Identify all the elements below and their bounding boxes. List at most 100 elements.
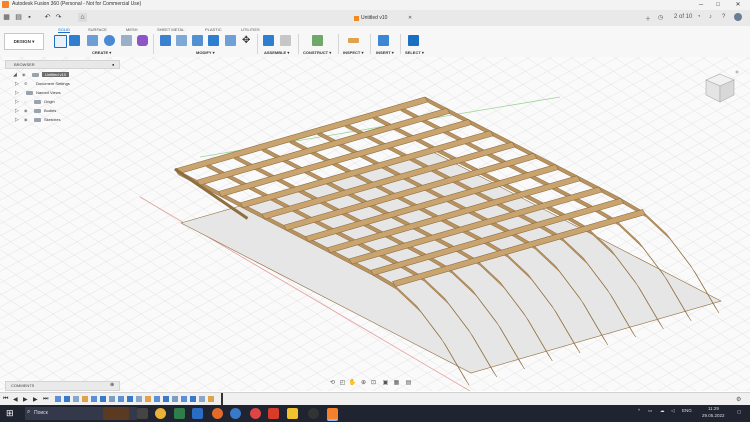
expand-icon[interactable]: ▷ <box>15 90 19 96</box>
expand-icon[interactable]: ▷ <box>15 108 19 114</box>
language-indicator[interactable]: ENG <box>682 408 692 413</box>
network-icon[interactable]: ▭ <box>648 408 652 414</box>
inspect-menu[interactable]: INSPECT ▾ <box>343 50 363 55</box>
timeline-feature-icon[interactable] <box>109 396 115 402</box>
c-app-icon[interactable] <box>230 408 241 419</box>
clock-time[interactable]: 11:29 <box>708 406 719 411</box>
tab-plastic[interactable]: PLASTIC <box>205 27 222 32</box>
collapse-icon[interactable]: ◢ <box>13 72 17 78</box>
timeline-feature-icon[interactable] <box>181 396 187 402</box>
tab-mesh[interactable]: MESH <box>126 27 138 32</box>
go-to-end-icon[interactable]: ⏭ <box>43 396 48 403</box>
close-tab-icon[interactable]: ✕ <box>408 15 412 21</box>
select-icon[interactable] <box>408 35 419 46</box>
visibility-icon[interactable]: ◌ <box>24 99 26 104</box>
insert-image-icon[interactable] <box>378 35 389 46</box>
notification-center-icon[interactable]: ▢ <box>737 409 741 415</box>
fusion-taskbar-icon[interactable] <box>327 408 338 421</box>
avatar[interactable] <box>734 13 742 21</box>
assemble-menu[interactable]: ASSEMBLE ▾ <box>264 50 289 55</box>
minimize-button[interactable]: ─ <box>694 0 708 10</box>
browser-item-bodies[interactable]: ▷ ◉ Bodies <box>15 107 123 115</box>
revolve-icon[interactable] <box>87 35 98 46</box>
hole-icon[interactable] <box>104 35 115 46</box>
notifications-icon[interactable]: ◔ <box>697 14 701 20</box>
look-at-icon[interactable]: ◰ <box>338 379 347 388</box>
pattern-icon[interactable] <box>121 35 132 46</box>
timeline-feature-icon[interactable] <box>64 396 70 402</box>
spreadsheet-app-icon[interactable] <box>174 408 185 419</box>
timeline-feature-icon[interactable] <box>82 396 88 402</box>
close-button[interactable]: ✕ <box>731 0 745 10</box>
construct-menu[interactable]: CONSTRUCT ▾ <box>303 50 331 55</box>
timeline-feature-icon[interactable] <box>127 396 133 402</box>
modify-menu[interactable]: MODIFY ▾ <box>196 50 215 55</box>
grid-settings-icon[interactable]: ▦ <box>392 379 401 388</box>
pin-icon[interactable]: ● <box>112 62 114 67</box>
document-tab[interactable]: Untitled v10 ✕ <box>330 13 420 25</box>
workspace-switcher[interactable]: DESIGN ▾ <box>4 33 44 50</box>
cloud-icon[interactable]: ☁ <box>660 408 665 414</box>
go-to-start-icon[interactable]: ⏮ <box>3 396 8 403</box>
maximize-button[interactable]: □ <box>711 0 725 10</box>
offset-plane-icon[interactable] <box>312 35 323 46</box>
visibility-icon[interactable]: ◉ <box>22 72 26 77</box>
timeline-feature-icon[interactable] <box>73 396 79 402</box>
expand-icon[interactable]: ▷ <box>15 99 19 105</box>
chrome-icon[interactable] <box>155 408 166 419</box>
joint-icon[interactable] <box>280 35 291 46</box>
timeline-feature-icon[interactable] <box>55 396 61 402</box>
shell-icon[interactable] <box>208 35 219 46</box>
undo-icon[interactable]: ↶ <box>43 13 52 22</box>
home-icon[interactable]: ⌂ <box>78 13 87 22</box>
form-icon[interactable] <box>137 35 148 46</box>
tab-sheet-metal[interactable]: SHEET METAL <box>157 27 184 32</box>
viewports-icon[interactable]: ▤ <box>404 379 413 388</box>
bull-widget-icon[interactable] <box>103 407 129 420</box>
zoom-icon[interactable]: ⊕ <box>359 379 368 388</box>
yandex-browser-icon[interactable] <box>250 408 261 419</box>
expand-icon[interactable]: ▷ <box>15 117 19 123</box>
step-back-icon[interactable]: ◀ <box>13 396 18 403</box>
clock-date[interactable]: 29.05.2022 <box>702 413 725 418</box>
firefox-icon[interactable] <box>212 408 223 419</box>
play-icon[interactable]: ▶ <box>23 396 28 403</box>
step-forward-icon[interactable]: ▶ <box>33 396 38 403</box>
extrude-icon[interactable] <box>69 35 80 46</box>
help-icon[interactable]: ? <box>722 14 725 20</box>
browser-item-sketches[interactable]: ▷ ◉ Sketches <box>15 116 123 124</box>
browser-item-named-views[interactable]: ▷ Named Views <box>15 89 123 97</box>
chamfer-icon[interactable] <box>192 35 203 46</box>
browser-header[interactable]: BROWSER ● <box>5 60 120 69</box>
media-app-icon[interactable] <box>308 408 319 419</box>
task-view-icon[interactable] <box>137 408 148 419</box>
new-tab-icon[interactable]: ＋ <box>645 14 651 23</box>
timeline-settings-icon[interactable]: ⚙ <box>736 396 741 403</box>
browser-root-item[interactable]: ◢ ◉ Untitled v10 <box>13 71 121 79</box>
windows-start-icon[interactable]: ⊞ <box>6 408 14 419</box>
press-pull-icon[interactable] <box>160 35 171 46</box>
new-sketch-icon[interactable] <box>54 35 67 48</box>
fillet-icon[interactable] <box>176 35 187 46</box>
tab-solid[interactable]: SOLID <box>58 27 71 33</box>
fit-icon[interactable]: ⊡ <box>369 379 378 388</box>
timeline-feature-icon[interactable] <box>199 396 205 402</box>
browser-item-origin[interactable]: ▷ ◌ Origin <box>15 98 123 106</box>
save-icon[interactable]: ▪ <box>25 13 34 22</box>
tray-chevron-icon[interactable]: ^ <box>638 408 640 413</box>
display-settings-icon[interactable]: ▣ <box>381 379 390 388</box>
timeline-feature-icon[interactable] <box>118 396 124 402</box>
timeline-feature-icon[interactable] <box>163 396 169 402</box>
new-component-icon[interactable] <box>263 35 274 46</box>
create-menu[interactable]: CREATE ▾ <box>92 50 111 55</box>
measure-icon[interactable] <box>348 38 359 43</box>
comments-panel[interactable]: COMMENTS ⊕ <box>5 381 120 391</box>
add-comment-icon[interactable]: ⊕ <box>110 382 114 388</box>
mail-icon[interactable] <box>192 408 203 419</box>
timeline-feature-icon[interactable] <box>91 396 97 402</box>
yandex-app-icon[interactable] <box>268 408 279 419</box>
timeline-feature-icon[interactable] <box>145 396 151 402</box>
timeline-feature-icon[interactable] <box>154 396 160 402</box>
visibility-icon[interactable]: ◉ <box>24 108 28 113</box>
timeline-feature-icon[interactable] <box>190 396 196 402</box>
